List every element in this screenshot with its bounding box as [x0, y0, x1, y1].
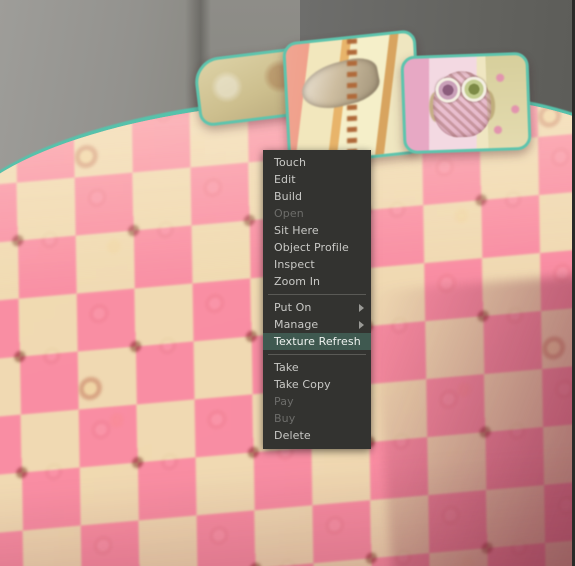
- menu-item-label: Open: [274, 207, 304, 220]
- menu-item-open: Open: [263, 205, 371, 222]
- menu-item-touch[interactable]: Touch: [263, 154, 371, 171]
- menu-item-label: Touch: [274, 156, 307, 169]
- submenu-arrow-icon: [359, 303, 364, 312]
- menu-item-label: Build: [274, 190, 303, 203]
- menu-item-pay: Pay: [263, 393, 371, 410]
- menu-separator: [268, 354, 366, 355]
- menu-item-label: Texture Refresh: [274, 335, 361, 348]
- screenshot-root: Touch Edit Build Open Sit Here Object Profile…: [0, 0, 575, 566]
- menu-item-buy: Buy: [263, 410, 371, 427]
- menu-item-label: Take: [274, 361, 299, 374]
- menu-item-label: Buy: [274, 412, 296, 425]
- menu-item-delete[interactable]: Delete: [263, 427, 371, 444]
- menu-separator: [268, 294, 366, 295]
- bird-motif: [297, 53, 383, 116]
- menu-item-label: Delete: [274, 429, 311, 442]
- menu-item-label: Object Profile: [274, 241, 349, 254]
- submenu-arrow-icon: [359, 320, 364, 329]
- menu-item-build[interactable]: Build: [263, 188, 371, 205]
- menu-item-texture-refresh[interactable]: Texture Refresh: [263, 333, 371, 350]
- menu-item-manage[interactable]: Manage: [263, 316, 371, 333]
- menu-item-label: Take Copy: [274, 378, 331, 391]
- menu-item-put-on[interactable]: Put On: [263, 299, 371, 316]
- menu-item-label: Inspect: [274, 258, 315, 271]
- menu-item-label: Manage: [274, 318, 319, 331]
- menu-item-label: Put On: [274, 301, 312, 314]
- menu-item-take-copy[interactable]: Take Copy: [263, 376, 371, 393]
- owl-pillow[interactable]: [400, 51, 532, 155]
- menu-item-object-profile[interactable]: Object Profile: [263, 239, 371, 256]
- wavy-stripe-motif: [346, 38, 357, 158]
- menu-item-take[interactable]: Take: [263, 359, 371, 376]
- menu-item-sit-here[interactable]: Sit Here: [263, 222, 371, 239]
- menu-item-zoom-in[interactable]: Zoom In: [263, 273, 371, 290]
- menu-item-label: Zoom In: [274, 275, 321, 288]
- context-menu[interactable]: Touch Edit Build Open Sit Here Object Profile…: [263, 150, 371, 449]
- menu-item-inspect[interactable]: Inspect: [263, 256, 371, 273]
- menu-item-label: Sit Here: [274, 224, 319, 237]
- menu-item-label: Pay: [274, 395, 294, 408]
- floral-panel: [485, 54, 529, 149]
- menu-item-label: Edit: [274, 173, 296, 186]
- menu-item-edit[interactable]: Edit: [263, 171, 371, 188]
